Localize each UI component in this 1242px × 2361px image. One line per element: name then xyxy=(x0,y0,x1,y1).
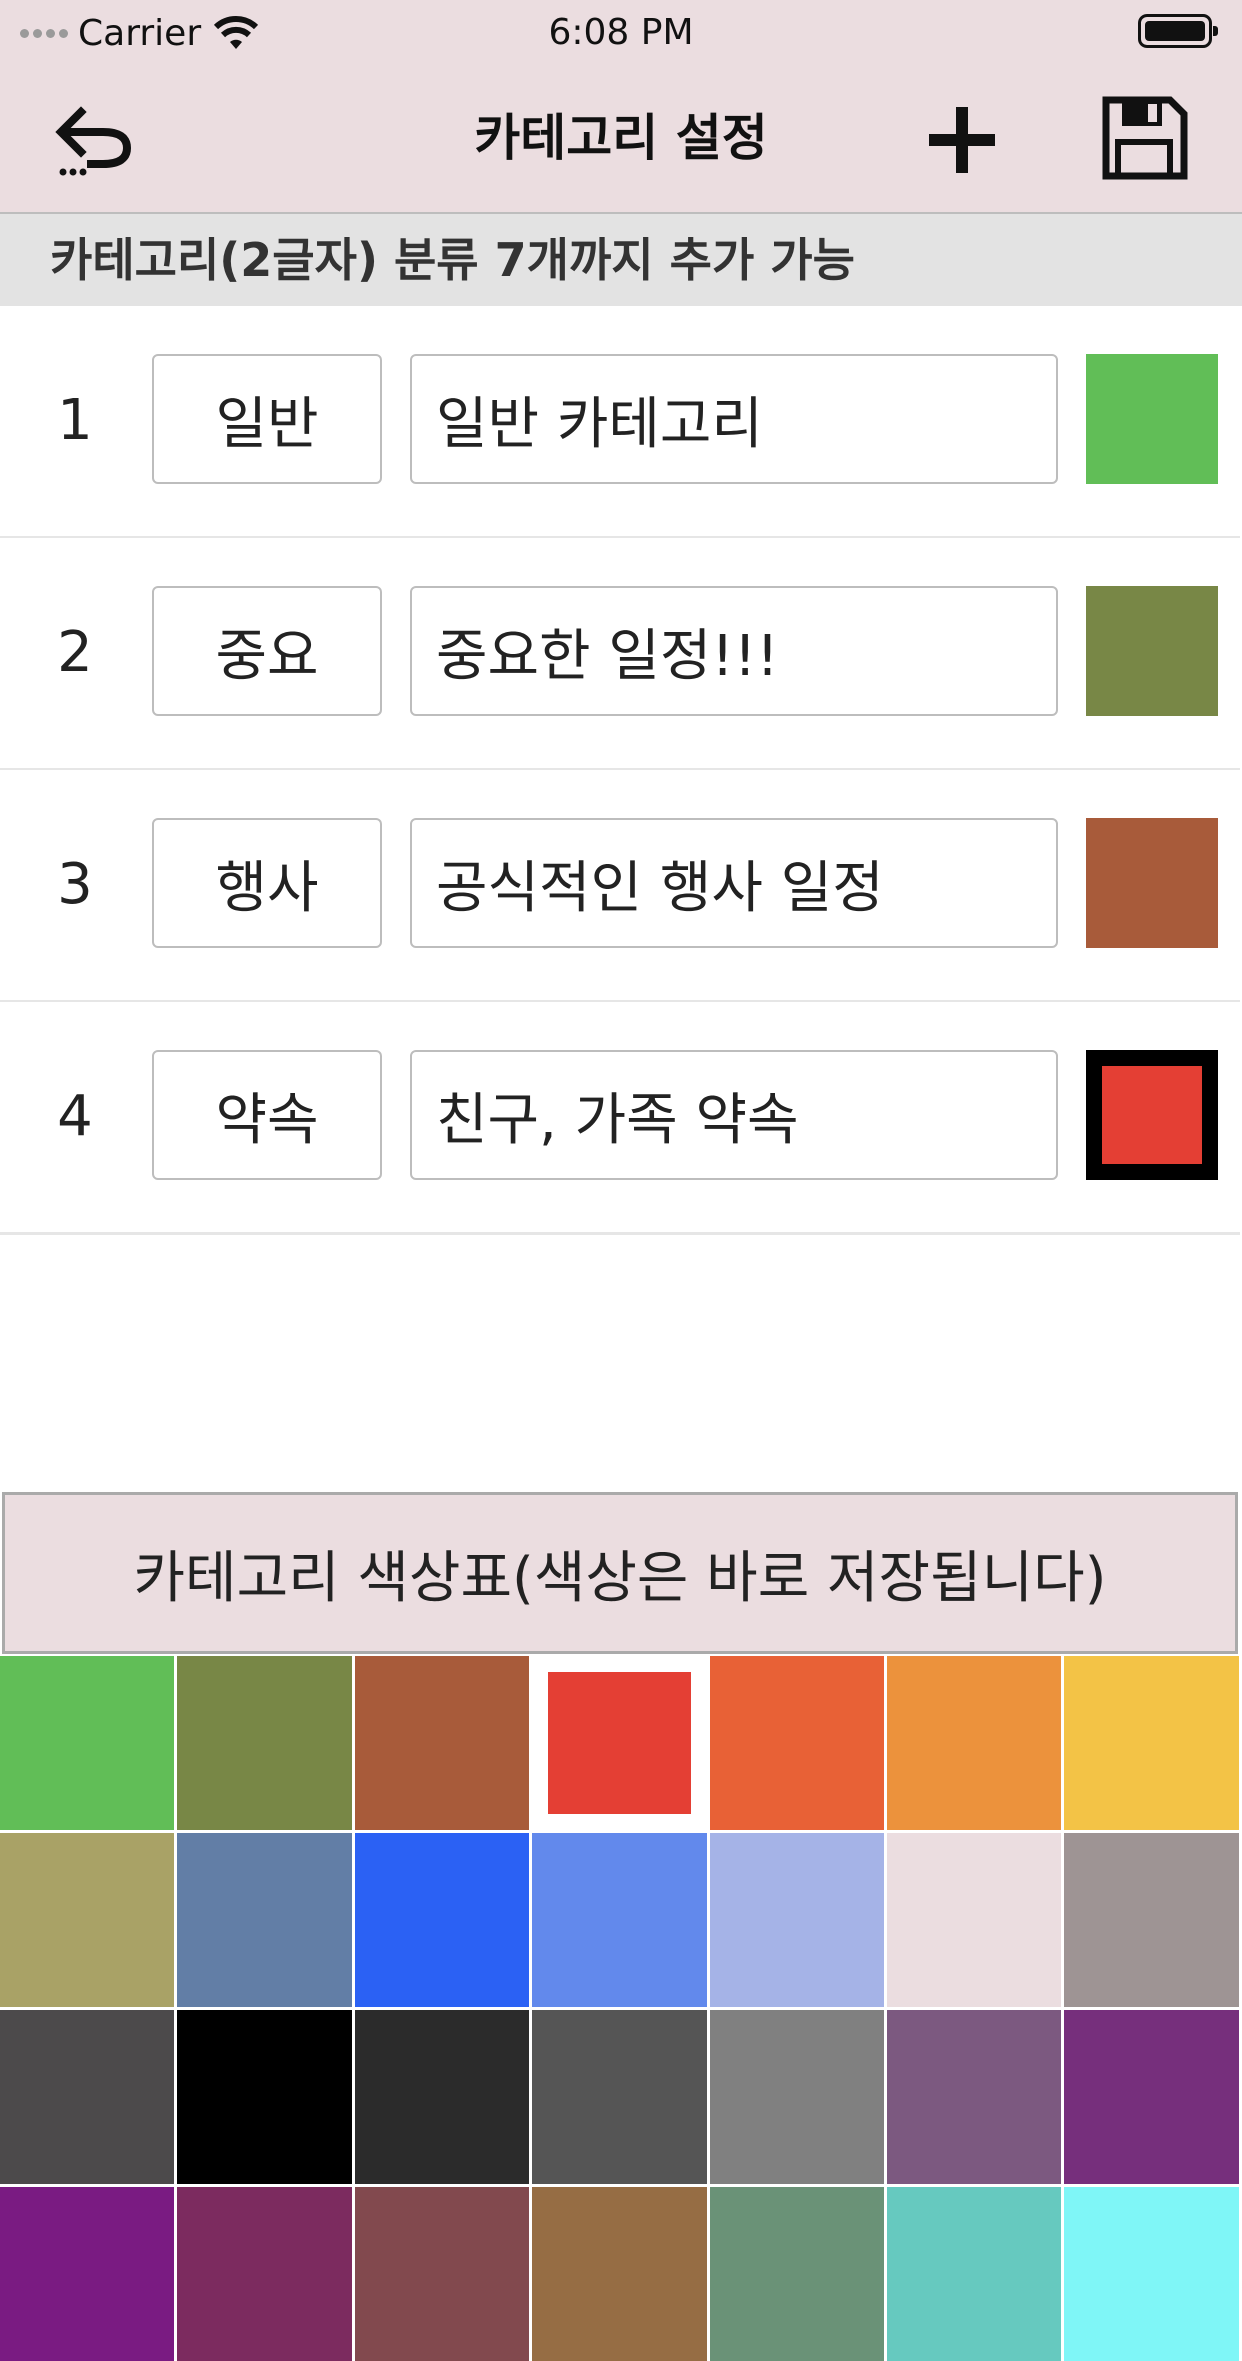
category-description-field[interactable]: 일반 카테고리 xyxy=(410,354,1058,484)
row-number: 3 xyxy=(57,852,93,917)
palette-swatch[interactable] xyxy=(532,2187,707,2361)
color-palette xyxy=(0,1656,1242,2361)
palette-swatch[interactable] xyxy=(0,2187,174,2361)
category-description-field[interactable]: 중요한 일정!!! xyxy=(410,586,1058,716)
category-row: 3 행사 공식적인 행사 일정 xyxy=(0,770,1240,1003)
category-name-field[interactable]: 행사 xyxy=(152,818,382,948)
page-title: 카테고리 설정 xyxy=(474,109,768,167)
palette-swatch[interactable] xyxy=(887,1656,1061,1830)
palette-swatch[interactable] xyxy=(0,1833,174,2007)
category-name-field[interactable]: 약속 xyxy=(152,1050,382,1180)
category-name-field[interactable]: 일반 xyxy=(152,354,382,484)
row-number: 1 xyxy=(57,388,93,453)
category-row: 2 중요 중요한 일정!!! xyxy=(0,538,1240,771)
row-number: 2 xyxy=(57,620,93,685)
palette-swatch[interactable] xyxy=(177,2187,352,2361)
save-button[interactable] xyxy=(1096,90,1192,186)
palette-swatch[interactable] xyxy=(177,1656,352,1830)
category-name-field[interactable]: 중요 xyxy=(152,586,382,716)
palette-swatch[interactable] xyxy=(887,2010,1061,2184)
palette-swatch[interactable] xyxy=(532,1656,707,1830)
palette-header: 카테고리 색상표(색상은 바로 저장됩니다) xyxy=(2,1492,1238,1654)
status-time: 6:08 PM xyxy=(548,12,694,53)
palette-swatch[interactable] xyxy=(532,2010,707,2184)
category-description-field[interactable]: 친구, 가족 약속 xyxy=(410,1050,1058,1180)
category-row: 1 일반 일반 카테고리 xyxy=(0,306,1240,539)
status-bar: Carrier 6:08 PM xyxy=(0,0,1242,68)
info-bar: 카테고리(2글자) 분류 7개까지 추가 가능 xyxy=(0,214,1242,306)
palette-swatch[interactable] xyxy=(0,1656,174,1830)
palette-swatch[interactable] xyxy=(177,2010,352,2184)
palette-swatch[interactable] xyxy=(710,2187,884,2361)
battery-icon xyxy=(1138,14,1218,48)
palette-swatch[interactable] xyxy=(1064,2010,1239,2184)
category-color-swatch[interactable] xyxy=(1086,818,1218,948)
palette-swatch[interactable] xyxy=(887,2187,1061,2361)
selected-swatch-fill xyxy=(548,1672,691,1814)
palette-swatch[interactable] xyxy=(710,2010,884,2184)
palette-swatch[interactable] xyxy=(177,1833,352,2007)
palette-swatch[interactable] xyxy=(532,1833,707,2007)
category-row: 4 약속 친구, 가족 약속 xyxy=(0,1002,1240,1235)
palette-swatch[interactable] xyxy=(1064,1656,1239,1830)
palette-swatch[interactable] xyxy=(1064,2187,1239,2361)
palette-swatch[interactable] xyxy=(710,1833,884,2007)
palette-swatch[interactable] xyxy=(355,1656,529,1830)
palette-swatch[interactable] xyxy=(1064,1833,1239,2007)
palette-swatch[interactable] xyxy=(0,2010,174,2184)
add-category-button[interactable] xyxy=(912,90,1012,190)
palette-swatch[interactable] xyxy=(355,1833,529,2007)
selected-color-fill xyxy=(1102,1066,1202,1164)
category-color-swatch[interactable] xyxy=(1086,1050,1218,1180)
row-number: 4 xyxy=(57,1084,93,1149)
info-text: 카테고리(2글자) 분류 7개까지 추가 가능 xyxy=(50,233,855,287)
palette-swatch[interactable] xyxy=(355,2010,529,2184)
category-color-swatch[interactable] xyxy=(1086,586,1218,716)
save-icon xyxy=(1102,96,1188,180)
category-color-swatch[interactable] xyxy=(1086,354,1218,484)
plus-icon xyxy=(929,107,995,173)
palette-swatch[interactable] xyxy=(887,1833,1061,2007)
palette-swatch[interactable] xyxy=(710,1656,884,1830)
navigation-bar: 카테고리 설정 xyxy=(0,68,1242,214)
palette-swatch[interactable] xyxy=(355,2187,529,2361)
category-description-field[interactable]: 공식적인 행사 일정 xyxy=(410,818,1058,948)
